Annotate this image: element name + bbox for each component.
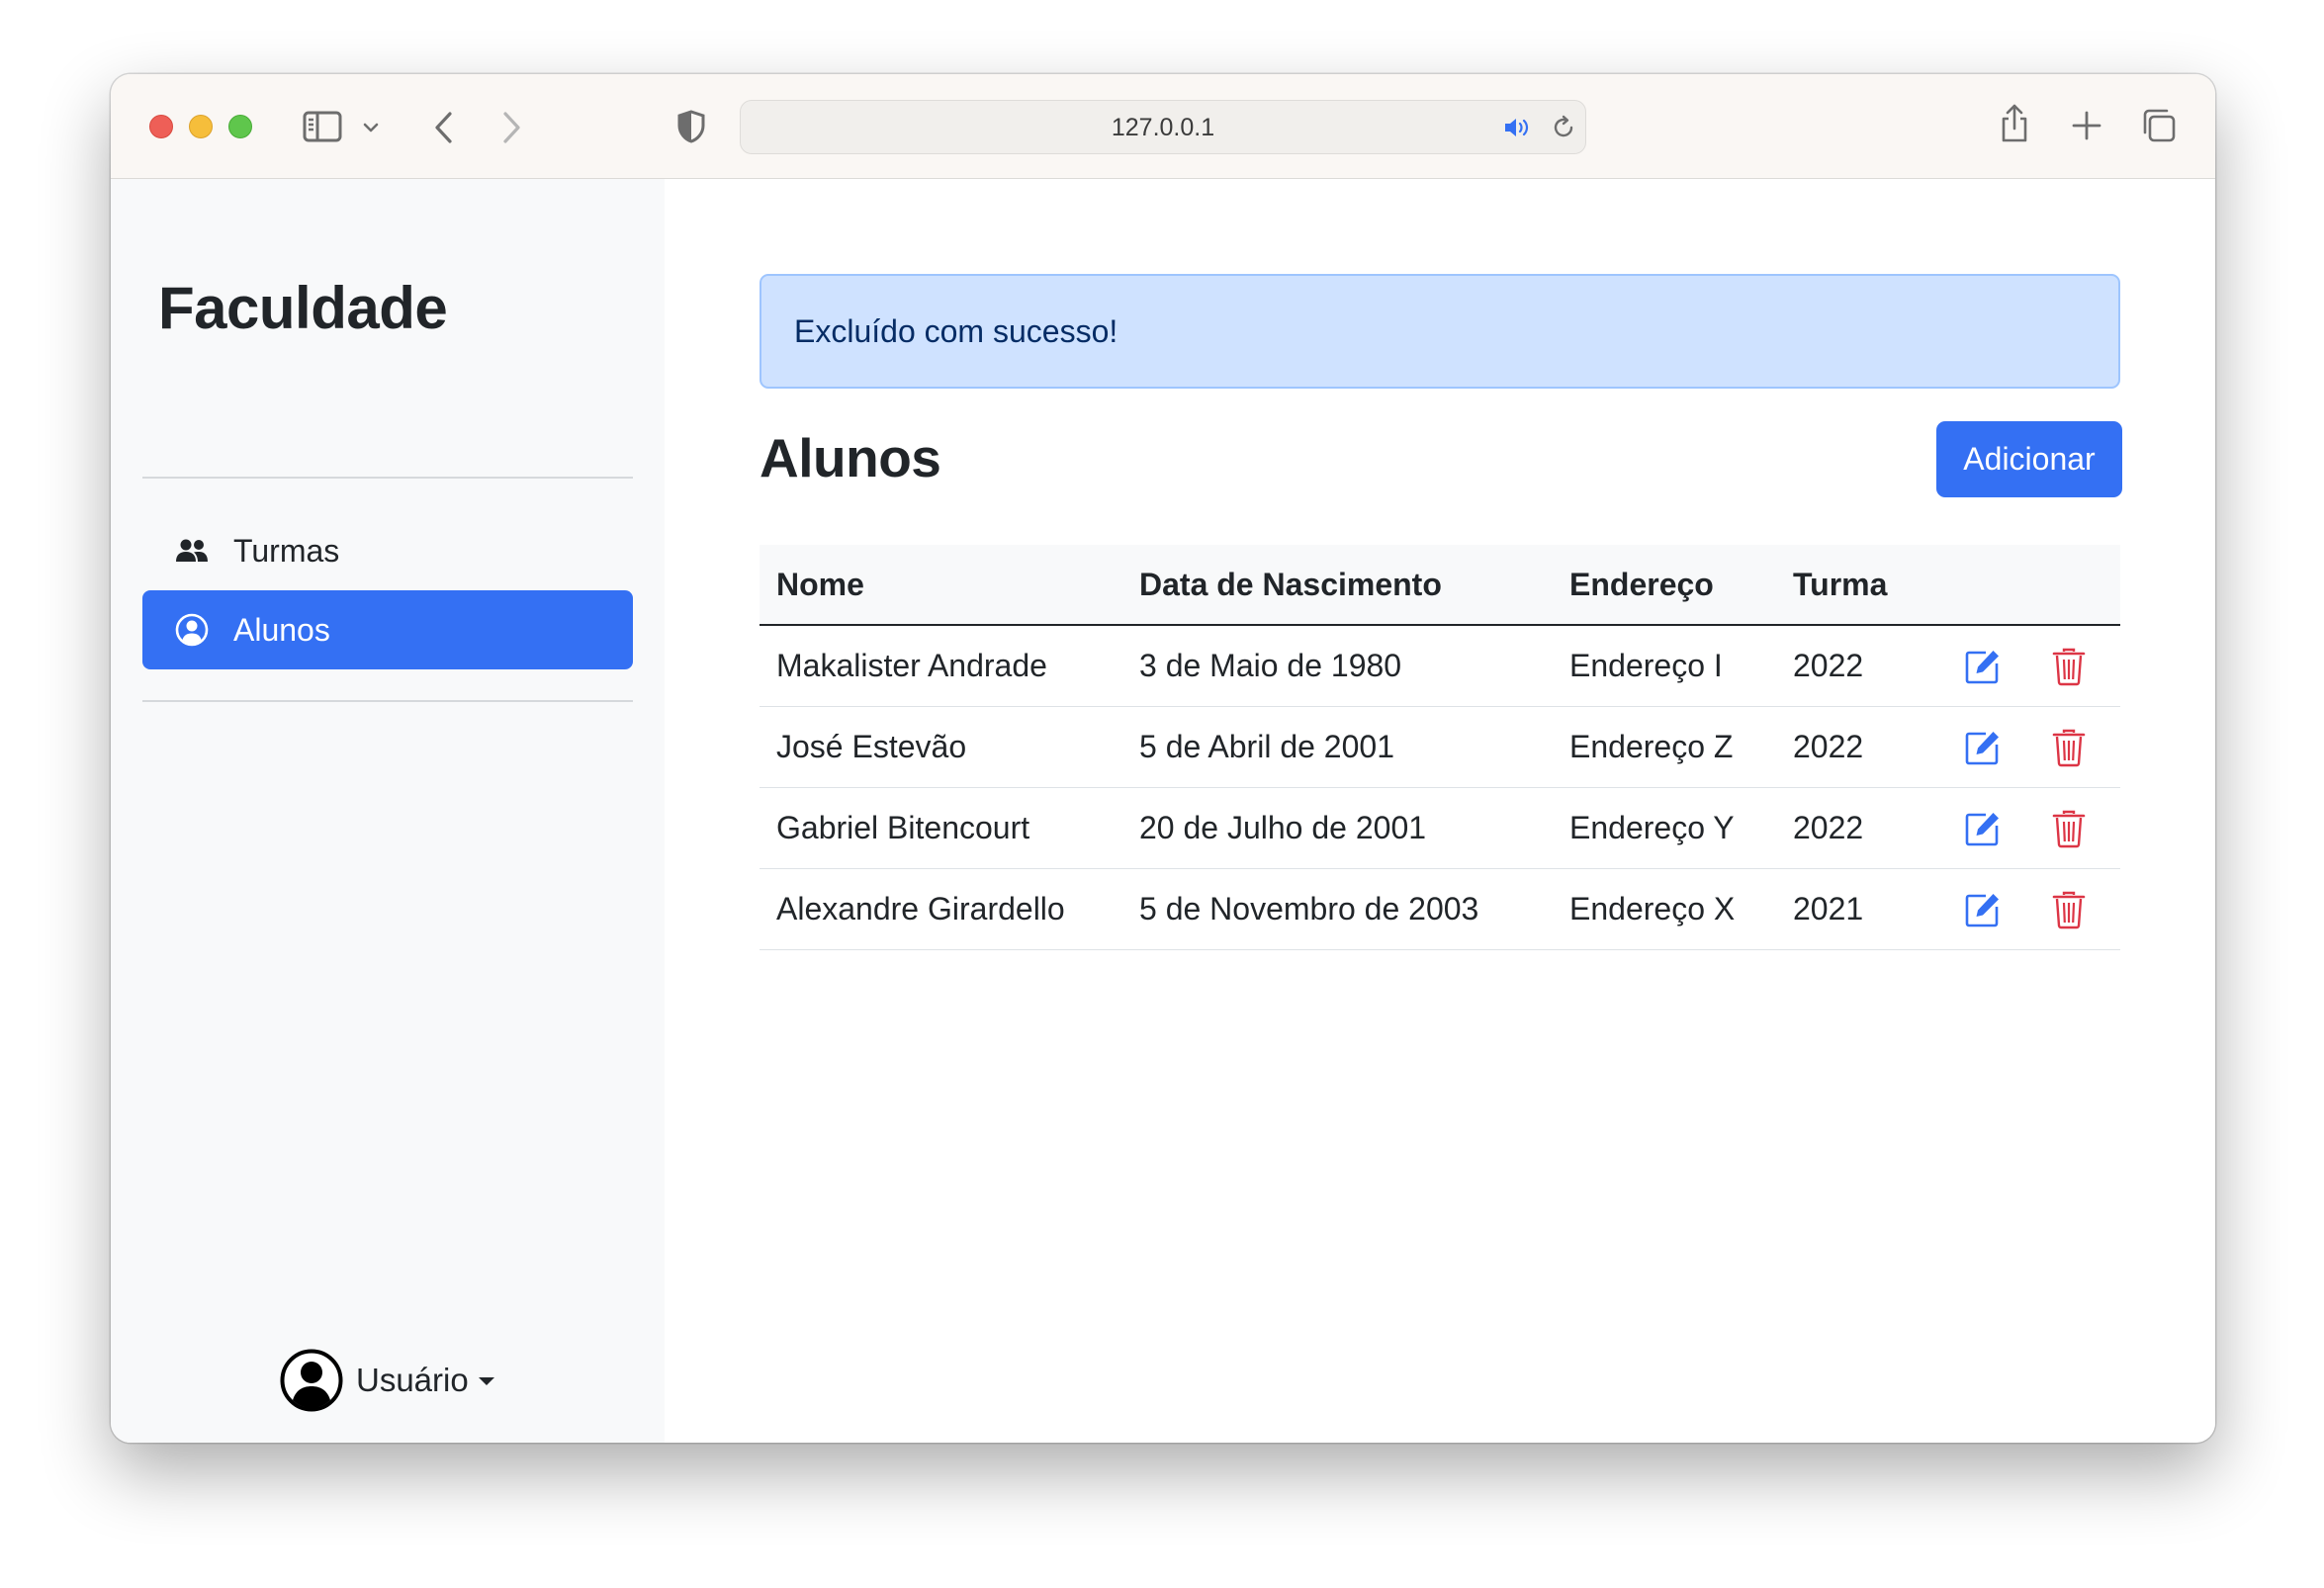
tab-overview-icon[interactable] xyxy=(2140,107,2178,144)
people-icon xyxy=(174,533,210,569)
share-icon[interactable] xyxy=(1997,102,2032,145)
table-row: José Estevão 5 de Abril de 2001 Endereço… xyxy=(760,707,2120,788)
user-name: Usuário xyxy=(356,1362,469,1398)
page-title: Alunos xyxy=(760,427,941,488)
url-text: 127.0.0.1 xyxy=(1111,114,1215,141)
cell-nome: Alexandre Girardello xyxy=(776,891,1065,926)
cell-turma: 2021 xyxy=(1793,891,1864,926)
person-circle-icon xyxy=(174,612,210,648)
cell-endereco: Endereço X xyxy=(1569,891,1736,926)
table-row: Makalister Andrade 3 de Maio de 1980 End… xyxy=(760,626,2120,707)
cell-nome: Makalister Andrade xyxy=(776,648,1047,683)
forward-arrow-icon[interactable] xyxy=(498,108,526,147)
column-header-endereco: Endereço xyxy=(1569,566,1714,602)
user-avatar-icon xyxy=(279,1348,344,1413)
edit-icon[interactable] xyxy=(1963,707,2003,787)
sidebar-item-alunos[interactable]: Alunos xyxy=(142,590,633,669)
sidebar-item-label: Turmas xyxy=(233,532,340,569)
cell-data-nascimento: 5 de Abril de 2001 xyxy=(1139,729,1394,764)
cell-endereco: Endereço I xyxy=(1569,648,1723,683)
sidebar-item-turmas[interactable]: Turmas xyxy=(142,511,633,590)
table-row: Alexandre Girardello 5 de Novembro de 20… xyxy=(760,869,2120,950)
students-table: Nome Data de Nascimento Endereço Turma M… xyxy=(760,545,2120,950)
cell-nome: José Estevão xyxy=(776,729,967,764)
cell-turma: 2022 xyxy=(1793,729,1864,764)
sidebar: Faculdade Turmas Alunos Usuário xyxy=(111,179,665,1443)
sidebar-divider xyxy=(142,477,633,479)
browser-toolbar: 127.0.0.1 xyxy=(111,74,2215,179)
cell-endereco: Endereço Z xyxy=(1569,729,1734,764)
sidebar-item-label: Alunos xyxy=(233,611,330,648)
sidebar-divider xyxy=(142,700,633,702)
cell-data-nascimento: 3 de Maio de 1980 xyxy=(1139,648,1402,683)
cell-endereco: Endereço Y xyxy=(1569,810,1735,845)
edit-icon[interactable] xyxy=(1963,788,2003,868)
back-arrow-icon[interactable] xyxy=(429,108,457,147)
column-header-nome: Nome xyxy=(776,566,864,602)
column-header-data-nascimento: Data de Nascimento xyxy=(1139,566,1442,602)
cell-data-nascimento: 20 de Julho de 2001 xyxy=(1139,810,1427,845)
new-tab-plus-icon[interactable] xyxy=(2070,109,2103,142)
edit-icon[interactable] xyxy=(1963,869,2003,949)
speaker-icon[interactable] xyxy=(1502,115,1534,140)
trash-icon[interactable] xyxy=(2049,788,2089,868)
privacy-shield-icon[interactable] xyxy=(675,108,707,145)
table-row: Gabriel Bitencourt 20 de Julho de 2001 E… xyxy=(760,788,2120,869)
cell-nome: Gabriel Bitencourt xyxy=(776,810,1030,845)
alert-message: Excluído com sucesso! xyxy=(794,312,1118,349)
browser-window: 127.0.0.1 Faculdade Turmas Alunos Usuári… xyxy=(111,74,2215,1443)
close-window-button[interactable] xyxy=(149,115,173,138)
trash-icon[interactable] xyxy=(2049,626,2089,706)
caret-down-icon xyxy=(478,1377,494,1385)
column-header-turma: Turma xyxy=(1793,566,1888,602)
success-alert: Excluído com sucesso! xyxy=(760,274,2120,389)
zoom-window-button[interactable] xyxy=(228,115,252,138)
user-menu-dropdown[interactable]: Usuário xyxy=(279,1346,494,1415)
cell-turma: 2022 xyxy=(1793,810,1864,845)
address-bar[interactable]: 127.0.0.1 xyxy=(740,100,1586,154)
chevron-down-icon[interactable] xyxy=(361,118,381,137)
reload-icon[interactable] xyxy=(1550,114,1577,141)
cell-data-nascimento: 5 de Novembro de 2003 xyxy=(1139,891,1479,926)
cell-turma: 2022 xyxy=(1793,648,1864,683)
table-header: Nome Data de Nascimento Endereço Turma xyxy=(760,545,2120,626)
trash-icon[interactable] xyxy=(2049,869,2089,949)
brand-title: Faculdade xyxy=(158,275,448,341)
sidebar-toggle-icon[interactable] xyxy=(302,109,343,144)
minimize-window-button[interactable] xyxy=(189,115,213,138)
main-content: Excluído com sucesso! Alunos Adicionar N… xyxy=(665,179,2215,1443)
trash-icon[interactable] xyxy=(2049,707,2089,787)
edit-icon[interactable] xyxy=(1963,626,2003,706)
add-button[interactable]: Adicionar xyxy=(1936,421,2122,497)
